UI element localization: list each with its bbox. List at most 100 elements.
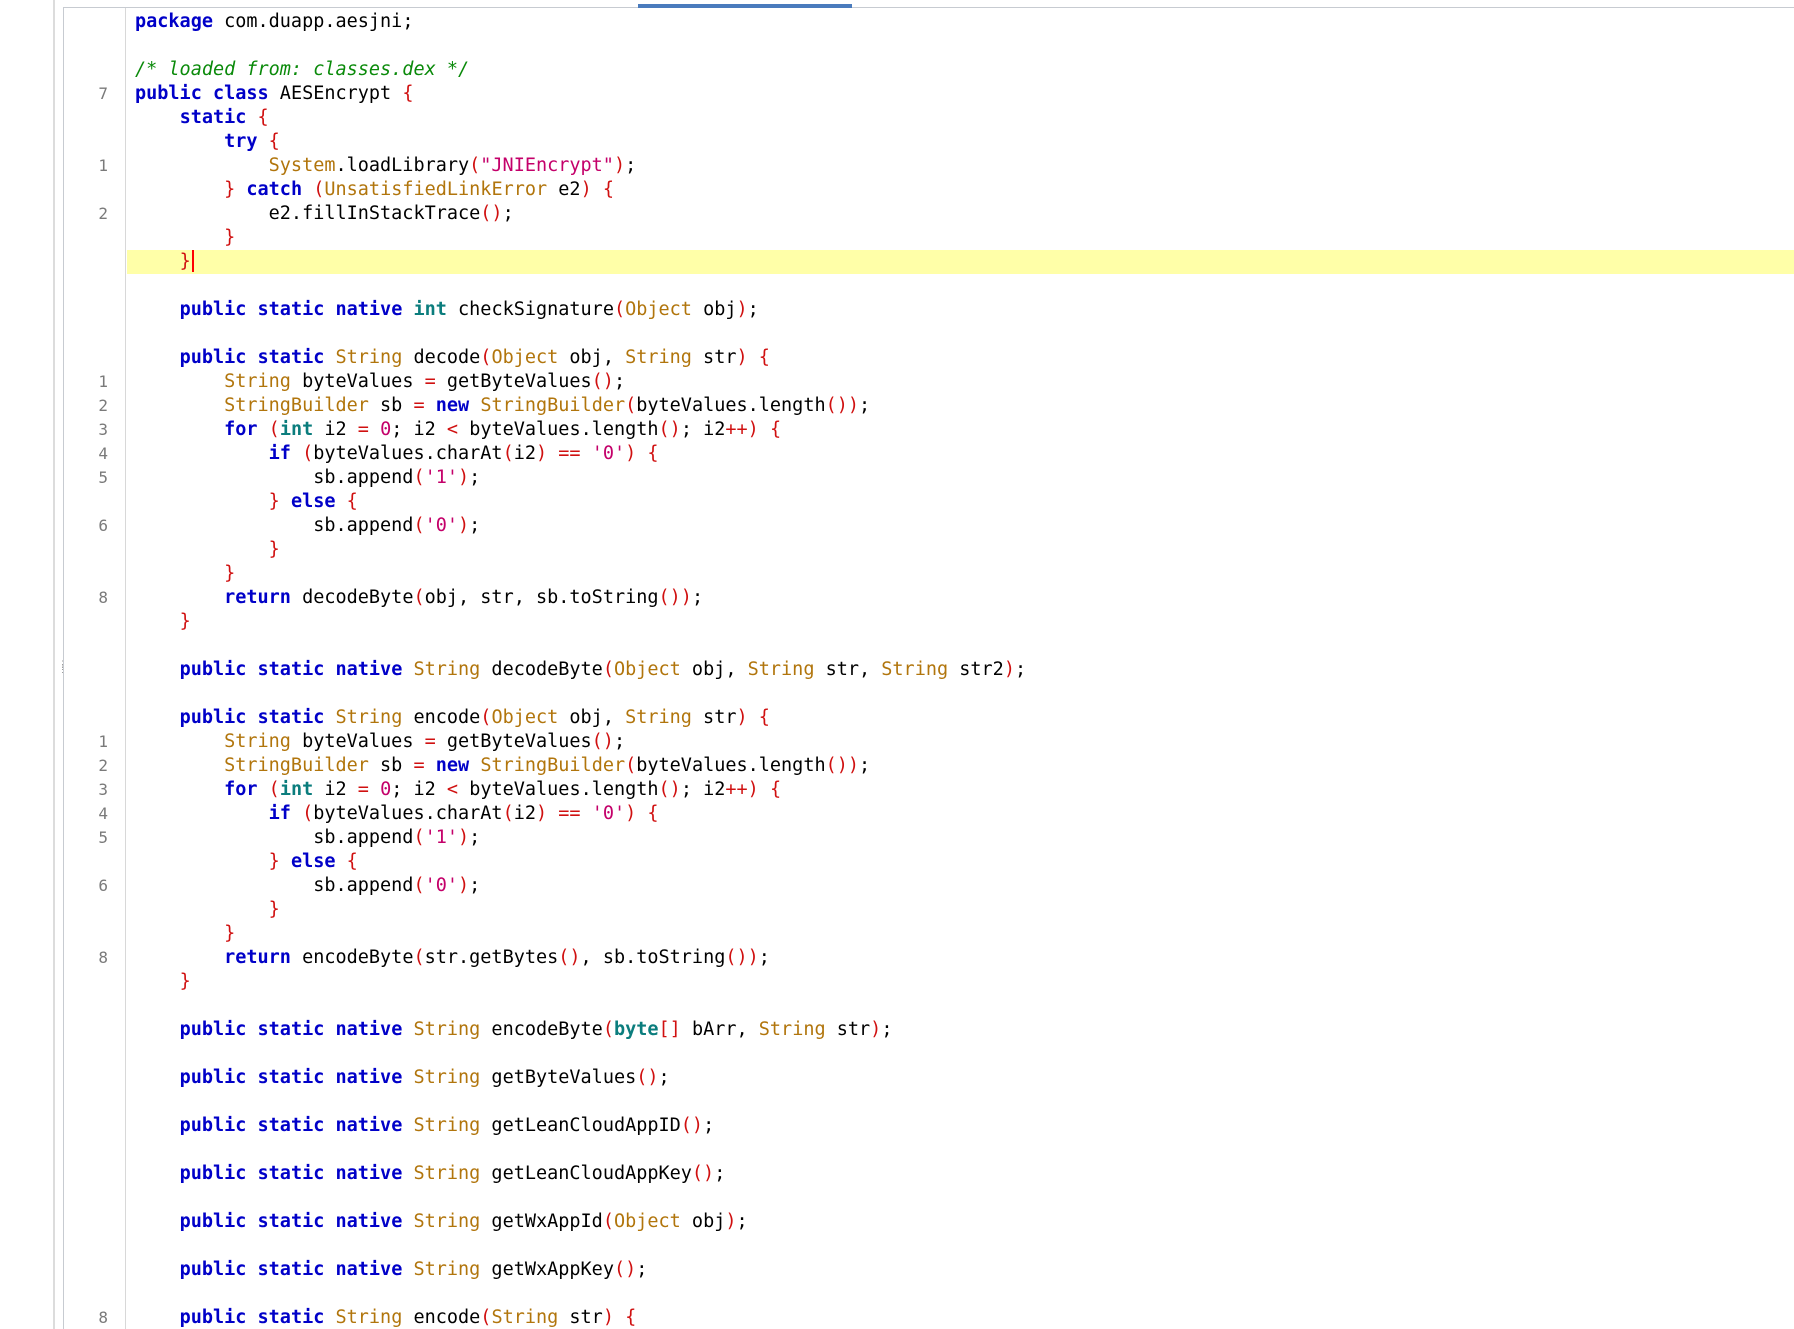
code-line[interactable] — [127, 322, 1794, 346]
line-number: 3 — [98, 780, 108, 799]
code-line[interactable]: public static native String getLeanCloud… — [127, 1162, 1794, 1186]
code-line[interactable] — [127, 682, 1794, 706]
code-token: Object — [613, 659, 681, 680]
code-token: String — [625, 707, 692, 728]
code-line[interactable] — [127, 1090, 1794, 1114]
code-token: ) — [870, 1019, 882, 1040]
code-line[interactable]: 8 return decodeByte(obj, str, sb.toStrin… — [98, 586, 1794, 610]
code-line[interactable]: public static native String decodeByte(O… — [127, 658, 1794, 682]
code-token: if — [268, 803, 291, 824]
code-line[interactable]: } — [127, 970, 1794, 994]
splitter-handle[interactable]: ⋮⋮ — [58, 661, 67, 687]
code-line[interactable]: public static native String getLeanCloud… — [127, 1114, 1794, 1138]
code-line[interactable]: 3 for (int i2 = 0; i2 < byteValues.lengt… — [98, 778, 1794, 802]
code-line[interactable] — [127, 1234, 1794, 1258]
code-token: i2 — [513, 443, 536, 464]
code-token: = — [424, 731, 436, 752]
code-line[interactable]: 2 StringBuilder sb = new StringBuilder(b… — [98, 754, 1794, 778]
code-line[interactable]: 1 String byteValues = getByteValues(); — [98, 730, 1794, 754]
code-line[interactable]: public static String encode(Object obj, … — [127, 706, 1794, 730]
code-token: [] — [658, 1019, 681, 1040]
code-line[interactable]: public static native String getWxAppKey(… — [127, 1258, 1794, 1282]
code-line[interactable] — [127, 274, 1794, 298]
code-text: sb.append('0'); — [127, 875, 480, 896]
code-line[interactable]: 5 sb.append('1'); — [98, 466, 1794, 490]
code-line[interactable]: package com.duapp.aesjni; — [127, 10, 1794, 34]
code-line[interactable]: 2 e2.fillInStackTrace(); — [98, 202, 1794, 226]
code-line[interactable]: public static native int checkSignature(… — [127, 298, 1794, 322]
code-line[interactable]: } — [127, 538, 1794, 562]
code-line[interactable]: } — [127, 922, 1794, 946]
code-token: byteValues.charAt — [313, 443, 503, 464]
code-line[interactable]: } — [127, 562, 1794, 586]
code-text: String byteValues = getByteValues(); — [127, 731, 625, 752]
code-line[interactable]: try { — [127, 130, 1794, 154]
code-line[interactable]: 1 System.loadLibrary("JNIEncrypt"); — [98, 154, 1794, 178]
code-line[interactable] — [127, 1282, 1794, 1306]
code-line[interactable]: 1 String byteValues = getByteValues(); — [98, 370, 1794, 394]
code-token: '0' — [424, 515, 459, 536]
code-line[interactable]: public static native String getByteValue… — [127, 1066, 1794, 1090]
code-line[interactable]: 6 sb.append('0'); — [98, 514, 1794, 538]
code-line[interactable]: 4 if (byteValues.charAt(i2) == '0') { — [98, 802, 1794, 826]
code-line[interactable]: 6 sb.append('0'); — [98, 874, 1794, 898]
code-line[interactable] — [127, 1186, 1794, 1210]
code-token: } — [224, 227, 236, 248]
code-line[interactable]: static { — [127, 106, 1794, 130]
code-line[interactable]: } else { — [127, 490, 1794, 514]
code-token: else — [290, 491, 336, 512]
code-token: obj, str, sb.toString — [424, 587, 659, 608]
code-token: , sb.toString — [580, 947, 726, 968]
code-token: ( — [313, 179, 325, 200]
code-line[interactable] — [127, 994, 1794, 1018]
code-token: ) — [613, 155, 626, 176]
code-line[interactable]: } — [127, 610, 1794, 634]
code-line[interactable]: 7 public class AESEncrypt { — [98, 82, 1794, 106]
code-token: } — [268, 851, 280, 872]
code-line[interactable] — [127, 1042, 1794, 1066]
code-line[interactable] — [127, 34, 1794, 58]
active-tab-indicator[interactable] — [638, 4, 852, 8]
code-line[interactable]: } — [127, 898, 1794, 922]
code-token: i2 — [313, 419, 358, 440]
code-line[interactable]: } — [127, 226, 1794, 250]
code-line[interactable]: 4 if (byteValues.charAt(i2) == '0') { — [98, 442, 1794, 466]
code-token: public — [179, 707, 247, 728]
code-token: Object — [625, 299, 692, 320]
code-line[interactable]: } else { — [127, 850, 1794, 874]
code-token: e2.fillInStackTrace — [135, 203, 481, 224]
code-line[interactable]: 8 public static String encode(String str… — [98, 1306, 1794, 1329]
code-line[interactable] — [127, 1138, 1794, 1162]
code-token: ) — [580, 179, 592, 200]
code-line[interactable]: 2 StringBuilder sb = new StringBuilder(b… — [98, 394, 1794, 418]
code-line[interactable]: 5 sb.append('1'); — [98, 826, 1794, 850]
code-line[interactable]: } catch (UnsatisfiedLinkError e2) { — [127, 178, 1794, 202]
code-line[interactable]: public static native String encodeByte(b… — [127, 1018, 1794, 1042]
code-line[interactable]: public static native String getWxAppId(O… — [127, 1210, 1794, 1234]
current-code-line[interactable]: } — [127, 250, 1794, 274]
code-line[interactable]: 8 return encodeByte(str.getBytes(), sb.t… — [98, 946, 1794, 970]
code-view[interactable]: package com.duapp.aesjni; /* loaded from:… — [98, 10, 1794, 1329]
code-line[interactable]: /* loaded from: classes.dex */ — [127, 58, 1794, 82]
code-token: ()) — [658, 587, 692, 608]
code-token: str — [825, 1019, 871, 1040]
code-token: static — [257, 299, 325, 320]
code-line[interactable]: 3 for (int i2 = 0; i2 < byteValues.lengt… — [98, 418, 1794, 442]
code-line[interactable] — [127, 634, 1794, 658]
code-text: return encodeByte(str.getBytes(), sb.toS… — [127, 947, 770, 968]
code-token: ; — [636, 1259, 648, 1280]
line-number: 7 — [98, 84, 108, 103]
code-token: if — [268, 443, 291, 464]
code-line[interactable]: public static String decode(Object obj, … — [127, 346, 1794, 370]
